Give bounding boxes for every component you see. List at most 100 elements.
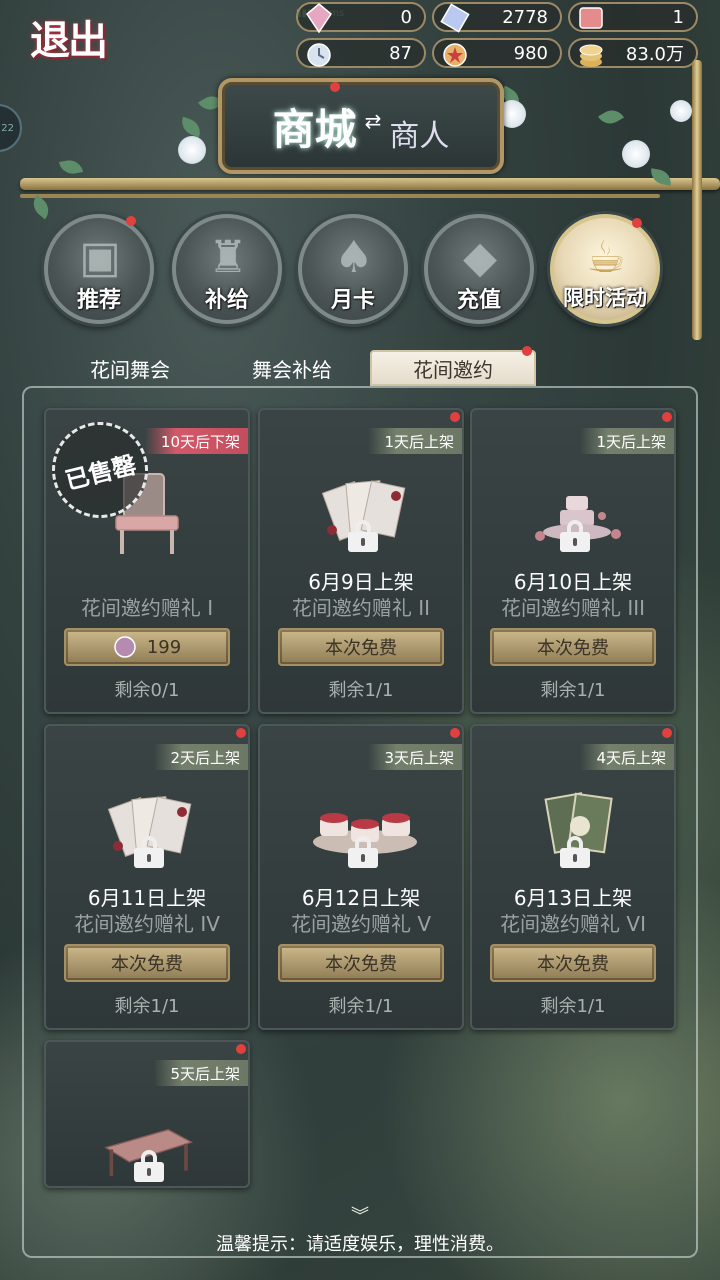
lock-icon bbox=[348, 836, 378, 868]
exit-button[interactable]: 退出 bbox=[8, 10, 128, 64]
claim-button[interactable]: 本次免费 bbox=[278, 628, 444, 666]
release-badge: 4天后上架 bbox=[580, 744, 674, 770]
flower-decor bbox=[178, 136, 206, 164]
flower-decor bbox=[670, 100, 692, 122]
remaining-count: 剩余0/1 bbox=[114, 680, 180, 701]
gem-pink-icon bbox=[114, 636, 136, 658]
merchant-title: 商人 bbox=[389, 119, 450, 154]
category-topup[interactable]: ◆ 充值 bbox=[424, 214, 534, 324]
notification-dot bbox=[662, 412, 672, 422]
buy-button[interactable]: 199 bbox=[64, 628, 230, 666]
expire-badge: 10天后下架 bbox=[144, 428, 248, 454]
decor-pole bbox=[692, 60, 702, 340]
notification-dot bbox=[450, 728, 460, 738]
resource-value: 0 bbox=[400, 6, 412, 28]
shop-card[interactable]: 10天后下架 已售罄 花间邀约赠礼 I 199 剩余0/1 bbox=[44, 408, 250, 714]
resource-clock[interactable]: 87 bbox=[296, 38, 426, 68]
shop-card[interactable]: 5天后上架 bbox=[44, 1040, 250, 1188]
item-name: 花间邀约赠礼 IV bbox=[74, 912, 220, 936]
lock-icon bbox=[134, 1150, 164, 1182]
price: 199 bbox=[146, 636, 182, 658]
lock-icon bbox=[560, 520, 590, 552]
leaf-decor bbox=[28, 194, 54, 220]
category-label: 推荐 bbox=[76, 287, 121, 313]
lock-icon bbox=[134, 836, 164, 868]
item-name: 花间邀约赠礼 III bbox=[500, 596, 646, 620]
footer-tip: 温馨提示：请适度娱乐，理性消费。 bbox=[216, 1234, 504, 1255]
release-date: 6月9日上架 bbox=[308, 570, 414, 594]
claim-button[interactable]: 本次免费 bbox=[490, 628, 656, 666]
notification-dot bbox=[522, 346, 532, 356]
claim-button[interactable]: 本次免费 bbox=[64, 944, 230, 982]
release-badge: 1天后上架 bbox=[368, 428, 462, 454]
resource-gem-pink[interactable]: 0 bbox=[296, 2, 426, 34]
tab-flower-ball[interactable]: 花间舞会 bbox=[60, 350, 200, 386]
resource-star-coin[interactable]: 980 bbox=[432, 38, 562, 68]
star-coin-icon bbox=[443, 43, 467, 67]
resource-ticket[interactable]: 1 bbox=[568, 2, 698, 32]
claim-button[interactable]: 本次免费 bbox=[278, 944, 444, 982]
shop-card[interactable]: 1天后上架 6月10日上架 花间邀约赠礼 III 本次免费 剩余1/1 bbox=[470, 408, 676, 714]
remaining-count: 剩余1/1 bbox=[328, 996, 394, 1017]
shop-card[interactable]: 4天后上架 6月13日上架 花间邀约赠礼 VI 本次免费 剩余1/1 bbox=[470, 724, 676, 1030]
remaining-count: 剩余1/1 bbox=[328, 680, 394, 701]
notification-dot bbox=[632, 218, 642, 228]
tab-flower-invite[interactable]: 花间邀约 bbox=[370, 350, 536, 386]
gem-icon: ◆ bbox=[463, 232, 497, 283]
shop-card[interactable]: 2天后上架 6月11日上架 花间邀约赠礼 IV 本次免费 剩余1/1 bbox=[44, 724, 250, 1030]
category-limited-event[interactable]: ☕ 限时活动 bbox=[550, 214, 660, 324]
category-supply[interactable]: ♜ 补给 bbox=[172, 214, 282, 324]
release-date: 6月11日上架 bbox=[87, 886, 207, 910]
leaf-decor bbox=[58, 158, 84, 176]
gem-pink-icon bbox=[306, 3, 332, 34]
category-recommend[interactable]: ▣ 推荐 bbox=[44, 214, 154, 324]
notification-dot bbox=[126, 216, 136, 226]
release-badge: 3天后上架 bbox=[368, 744, 462, 770]
notification-dot bbox=[330, 82, 340, 92]
scroll-down-icon[interactable]: ︾ bbox=[346, 1208, 374, 1232]
resource-gold-coins[interactable]: 83.0万 bbox=[568, 38, 698, 68]
item-name: 花间邀约赠礼 VI bbox=[500, 912, 646, 936]
claim-button[interactable]: 本次免费 bbox=[490, 944, 656, 982]
release-badge: 2天后上架 bbox=[154, 744, 248, 770]
notification-dot bbox=[662, 728, 672, 738]
switch-arrow-icon: ⇄ bbox=[364, 109, 382, 133]
category-label: 月卡 bbox=[330, 287, 375, 313]
decor-rail-lower bbox=[20, 194, 660, 198]
category-label: 限时活动 bbox=[563, 285, 647, 310]
shop-title: 商城 bbox=[272, 104, 357, 154]
lock-icon bbox=[560, 836, 590, 868]
side-tab[interactable]: 22 bbox=[0, 104, 22, 152]
item-name: 花间邀约赠礼 II bbox=[291, 596, 431, 620]
resource-value: 980 bbox=[513, 42, 548, 64]
chest-icon: ▣ bbox=[79, 232, 121, 283]
remaining-count: 剩余1/1 bbox=[540, 680, 606, 701]
crystal-icon bbox=[440, 3, 470, 33]
resource-value: 2778 bbox=[502, 6, 548, 28]
potion-icon: ♜ bbox=[208, 232, 248, 283]
item-name: 花间邀约赠礼 V bbox=[290, 912, 432, 936]
release-badge: 1天后上架 bbox=[580, 428, 674, 454]
release-date: 6月13日上架 bbox=[513, 886, 633, 910]
shop-sign[interactable]: 商城 ⇄ 商人 bbox=[218, 78, 504, 174]
notification-dot bbox=[236, 1044, 246, 1054]
category-monthly-card[interactable]: ♠ 月卡 bbox=[298, 214, 408, 324]
resource-crystal[interactable]: 2778 bbox=[432, 2, 562, 33]
gold-coins-icon bbox=[579, 44, 603, 67]
lock-icon bbox=[348, 520, 378, 552]
clock-icon bbox=[307, 43, 331, 67]
shop-card[interactable]: 1天后上架 6月9日上架 花间邀约赠礼 II 本次免费 剩余1/1 bbox=[258, 408, 464, 714]
notification-dot bbox=[450, 412, 460, 422]
flower-decor bbox=[622, 140, 650, 168]
category-label: 充值 bbox=[456, 287, 501, 313]
resource-value: 1 bbox=[672, 6, 684, 28]
release-date: 6月10日上架 bbox=[513, 570, 633, 594]
tab-ball-supply[interactable]: 舞会补给 bbox=[222, 350, 362, 386]
shop-card[interactable]: 3天后上架 6月12日上架 花间邀约赠礼 V 本次免费 剩余1/1 bbox=[258, 724, 464, 1030]
teacup-icon: ☕ bbox=[586, 232, 626, 283]
item-name: 花间邀约赠礼 I bbox=[80, 596, 214, 620]
remaining-count: 剩余1/1 bbox=[540, 996, 606, 1017]
leaf-decor bbox=[178, 116, 204, 138]
card-icon: ♠ bbox=[334, 232, 374, 283]
resource-value: 87 bbox=[389, 42, 412, 64]
